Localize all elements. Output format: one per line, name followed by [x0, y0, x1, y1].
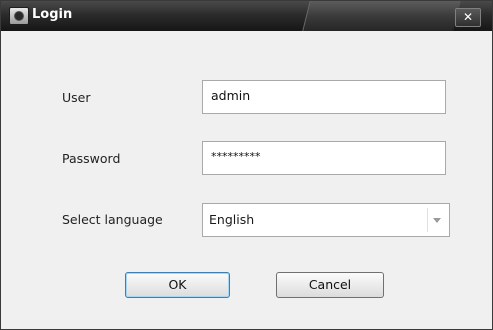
- title-bar[interactable]: Login ✕: [1, 1, 492, 31]
- app-icon: [9, 7, 29, 25]
- chevron-down-icon: [433, 218, 441, 223]
- ok-button[interactable]: OK: [125, 272, 230, 298]
- close-button[interactable]: ✕: [455, 8, 481, 27]
- dropdown-button[interactable]: [427, 208, 446, 232]
- login-dialog: Login ✕ User admin Password ********* Se…: [0, 0, 493, 330]
- cancel-button[interactable]: Cancel: [276, 272, 384, 298]
- window-title: Login: [32, 7, 73, 22]
- language-selected-value: English: [209, 212, 255, 227]
- password-label: Password: [62, 151, 121, 166]
- user-label: User: [62, 90, 91, 105]
- password-field[interactable]: *********: [202, 141, 446, 175]
- language-label: Select language: [62, 212, 163, 227]
- language-select[interactable]: English: [202, 203, 450, 237]
- title-bar-accent: [302, 1, 461, 31]
- user-field[interactable]: admin: [202, 80, 446, 114]
